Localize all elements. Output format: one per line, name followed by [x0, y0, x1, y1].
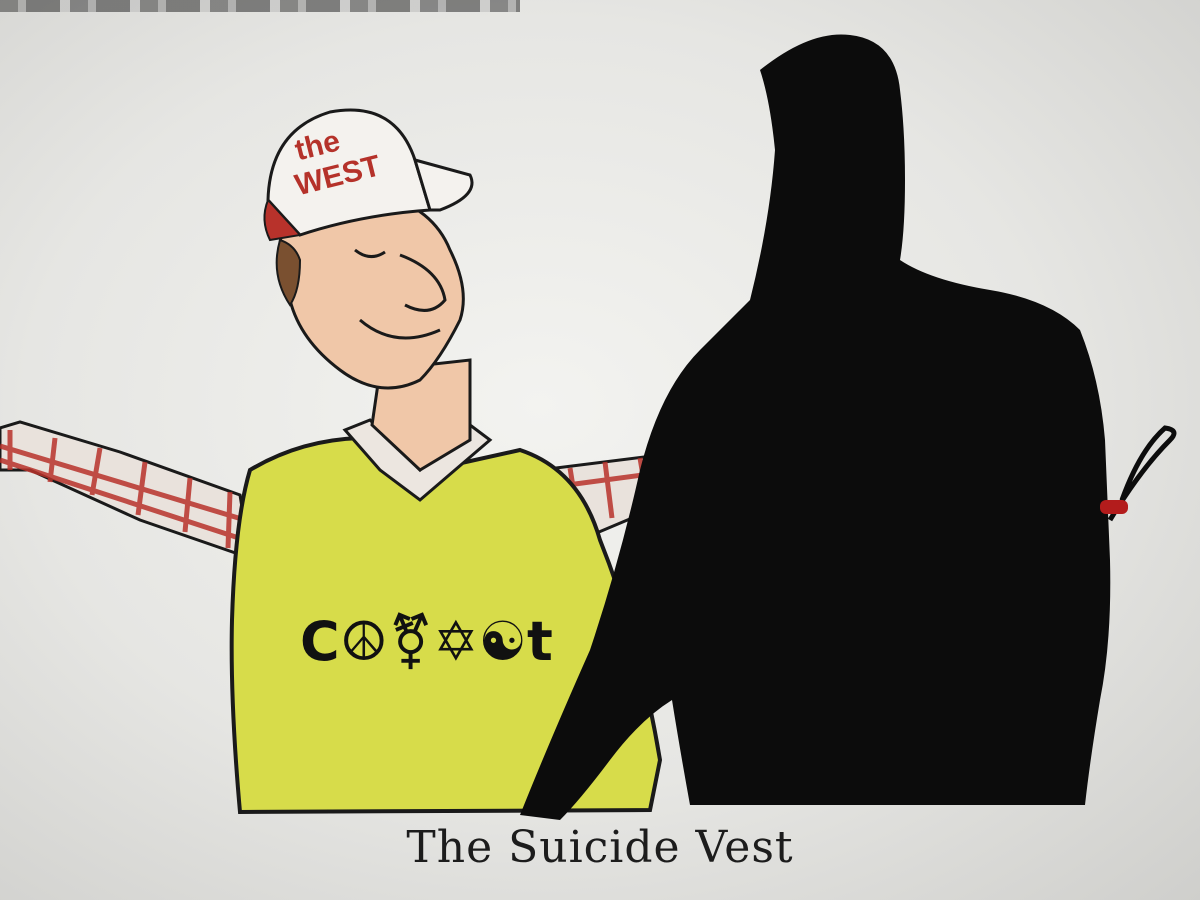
cartoon-caption: The Suicide Vest — [406, 822, 794, 873]
silhouette-figure — [520, 34, 1177, 820]
left-arm-sleeve — [0, 420, 252, 561]
cartoon-frame: the WEST C☮⚧✡☯t The Suicide Vest — [0, 0, 1200, 900]
cartoon-illustration: the WEST C☮⚧✡☯t — [0, 34, 1177, 820]
silhouette-body — [520, 34, 1111, 820]
vest-coexist-symbols: C☮⚧✡☯t — [300, 610, 553, 673]
detonator-red-tip — [1100, 500, 1128, 514]
